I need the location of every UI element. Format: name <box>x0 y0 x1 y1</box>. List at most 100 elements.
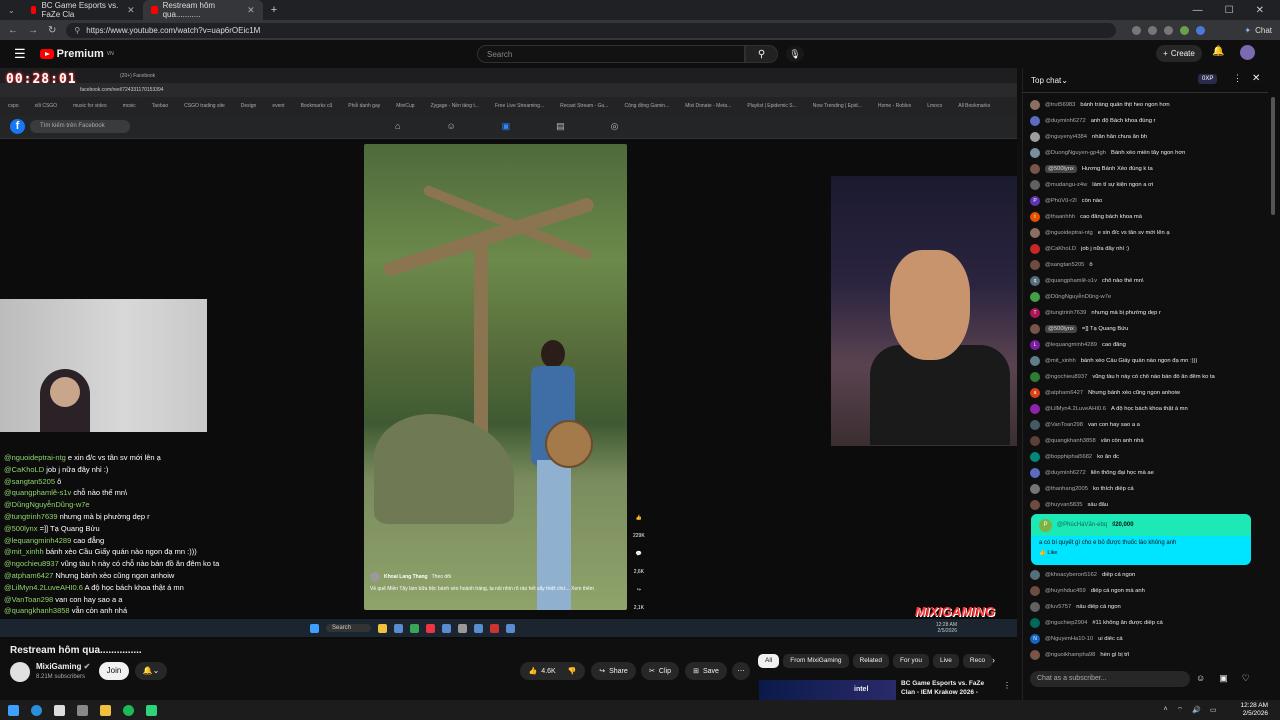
chat-avatar[interactable] <box>1030 132 1040 142</box>
chat-message[interactable]: @VanToan298 van con hay sao a a <box>1030 417 1266 433</box>
chat-avatar[interactable] <box>1030 164 1040 174</box>
chat-avatar[interactable] <box>1030 260 1040 270</box>
chat-message[interactable]: @nguyenyi4384 nhắn hẳn chưa ăn bh <box>1030 129 1266 145</box>
chat-message[interactable]: t @thaanhhh cao đẳng bách khoa mà <box>1030 209 1266 225</box>
tab-list-chevron-icon[interactable]: ⌄ <box>0 6 23 15</box>
recommended-more-icon[interactable]: ⋮ <box>1003 681 1011 690</box>
chat-avatar[interactable] <box>1030 570 1040 580</box>
extension-icon[interactable] <box>1132 25 1142 35</box>
chat-avatar[interactable] <box>1030 148 1040 158</box>
chat-username[interactable]: @LilMyn4.2LuveAHI0.6 <box>1045 406 1106 412</box>
url-field[interactable]: ⚲ https://www.youtube.com/watch?v=uap6rO… <box>66 22 1117 38</box>
chat-avatar[interactable]: a <box>1030 388 1040 398</box>
chat-message[interactable]: @khoacyberon5162 diếp cá ngon <box>1030 567 1266 583</box>
chat-message[interactable]: P @PhúVũ-r2l còn nào <box>1030 193 1266 209</box>
chat-avatar[interactable]: N <box>1030 634 1040 644</box>
chat-username[interactable]: @VanToan298 <box>1045 422 1083 428</box>
chip-all[interactable]: All <box>758 654 780 668</box>
chat-username[interactable]: @quangkhanh3858 <box>1045 438 1096 444</box>
chat-avatar[interactable]: q <box>1030 276 1040 286</box>
chat-scrollbar[interactable] <box>1271 97 1275 215</box>
chat-message[interactable]: @CaKhoLD job j nữa đây nhỉ :) <box>1030 241 1266 257</box>
subscribe-bell-button[interactable]: 🔔⌄ <box>135 662 167 680</box>
chat-message[interactable]: a @atpham6427 Nhưng bánh xèo cũng ngon anh… <box>1030 385 1266 401</box>
new-tab-button[interactable]: + <box>263 4 277 16</box>
chat-username[interactable]: @mit_xinhh <box>1045 358 1076 364</box>
search-input[interactable]: Search <box>477 45 745 63</box>
chat-username[interactable]: @huyvan5835 <box>1045 502 1082 508</box>
reload-icon[interactable]: ↻ <box>48 25 56 36</box>
chat-message[interactable]: @luv5757 nấu diếp cá ngon <box>1030 599 1266 615</box>
chat-avatar[interactable]: t <box>1030 212 1040 222</box>
chat-username[interactable]: @DuongNguyen-gp4gh <box>1045 150 1106 156</box>
chat-input[interactable]: Chat as a subscriber... <box>1030 671 1190 687</box>
chat-username[interactable]: @duyminh6272 <box>1045 118 1086 124</box>
chat-message[interactable]: @500lynx =]] Tạ Quang Bửu <box>1030 321 1266 337</box>
chip-live[interactable]: Live <box>932 654 959 668</box>
chat-avatar[interactable] <box>1030 116 1040 126</box>
chat-avatar[interactable] <box>1030 452 1040 462</box>
chat-message[interactable]: @sangtan5205 ô <box>1030 257 1266 273</box>
chat-message[interactable]: @nguoikhampha98 hèn gì bị trĩ <box>1030 647 1266 663</box>
task-view-icon[interactable] <box>77 704 88 716</box>
like-dislike-button[interactable]: 👍 4.6K 👎 <box>520 662 585 680</box>
back-icon[interactable]: ← <box>8 25 18 36</box>
extension-icon[interactable] <box>1164 25 1174 35</box>
chat-message[interactable]: @bopphiphai5682 ko ăn đc <box>1030 449 1266 465</box>
volume-icon[interactable]: 🔊 <box>1192 706 1201 715</box>
chat-username[interactable]: @bopphiphai5682 <box>1045 454 1092 460</box>
system-clock[interactable]: 12:28 AM 2/5/2026 <box>1241 702 1268 718</box>
chip-from-mixigaming[interactable]: From MixiGaming <box>783 654 849 668</box>
chat-username[interactable]: @luv5757 <box>1045 604 1071 610</box>
recommended-title[interactable]: BC Game Esports vs. FaZe Clan - IEM Krak… <box>901 679 991 697</box>
sticker-icon[interactable]: ▣ <box>1219 673 1228 684</box>
chat-message[interactable]: @duyminh6272 anh độ Bách khoa đúng r <box>1030 113 1266 129</box>
chat-avatar[interactable] <box>1030 228 1040 238</box>
chat-avatar[interactable] <box>1030 356 1040 366</box>
close-window-icon[interactable]: ✕ <box>1256 5 1264 16</box>
chat-username[interactable]: @duyminh6272 <box>1045 470 1086 476</box>
save-button[interactable]: ⊞ Save <box>685 662 727 680</box>
chat-username[interactable]: @nguoideptrai-ntg <box>1045 230 1093 236</box>
chat-message[interactable]: @LilMyn4.2LuveAHI0.6 A độ học bách khoa t… <box>1030 401 1266 417</box>
share-button[interactable]: ↪ Share <box>591 662 636 680</box>
app-icon[interactable] <box>146 704 157 716</box>
chat-username[interactable]: @mudangu-z4w <box>1045 182 1087 188</box>
voice-search-button[interactable]: 🎙 <box>786 46 804 62</box>
chip-for-you[interactable]: For you <box>892 654 929 668</box>
create-button[interactable]: + Create <box>1156 45 1202 62</box>
chat-avatar[interactable] <box>1030 292 1040 302</box>
account-avatar[interactable] <box>1240 45 1255 60</box>
chat-message[interactable]: @500lynx Hương Bánh Xèo đúng k ta <box>1030 161 1266 177</box>
chat-username[interactable]: @PhúVũ-r2l <box>1045 198 1077 204</box>
chat-button[interactable]: ✦ Chat <box>1244 26 1272 35</box>
chevron-down-icon[interactable]: ⌄ <box>1061 76 1068 85</box>
clip-button[interactable]: ✂ Clip <box>641 662 679 680</box>
profile-icon[interactable] <box>1196 25 1206 35</box>
chat-username[interactable]: @nguyenyi4384 <box>1045 134 1087 140</box>
chat-message[interactable]: @huyvan5835 sầu đâu <box>1030 497 1266 513</box>
chat-avatar[interactable] <box>1030 484 1040 494</box>
chat-message[interactable]: @nguchiep2904 #11 không ăn được diếp cá <box>1030 615 1266 631</box>
chat-message[interactable]: @thanhang2005 ko thích diếp cá <box>1030 481 1266 497</box>
battery-icon[interactable]: ▭ <box>1210 706 1217 715</box>
chat-avatar[interactable] <box>1030 404 1040 414</box>
chat-message[interactable]: N @NguyenHa10-10 ui diếc cá <box>1030 631 1266 647</box>
chat-avatar[interactable] <box>1030 244 1040 254</box>
chat-message[interactable]: @mudangu-z4w làm tí sự kiện ngon a ơi <box>1030 177 1266 193</box>
channel-avatar[interactable] <box>10 662 30 682</box>
heart-icon[interactable]: ♡ <box>1242 673 1250 684</box>
chat-username[interactable]: @DũngNguyễnDũng-w7e <box>1045 294 1111 300</box>
chat-avatar[interactable] <box>1030 468 1040 478</box>
channel-name[interactable]: MixiGaming ✔ <box>36 662 90 671</box>
chat-username[interactable]: @nguoikhampha98 <box>1045 652 1095 658</box>
chat-username[interactable]: @atpham6427 <box>1045 390 1083 396</box>
maximize-icon[interactable]: ☐ <box>1225 5 1234 16</box>
chat-message[interactable]: @quangkhanh3858 vẫn còn anh nhá <box>1030 433 1266 449</box>
chat-username[interactable]: @quangphamlê-s1v <box>1045 278 1097 284</box>
chat-avatar[interactable]: L <box>1030 340 1040 350</box>
close-tab-icon[interactable]: ✕ <box>127 5 135 16</box>
chat-message[interactable]: @trut56983 bánh tráng quấn thịt heo ngon … <box>1030 97 1266 113</box>
chat-message[interactable]: q @quangphamlê-s1v chỗ nào thế mn\ <box>1030 273 1266 289</box>
chat-avatar[interactable] <box>1030 436 1040 446</box>
